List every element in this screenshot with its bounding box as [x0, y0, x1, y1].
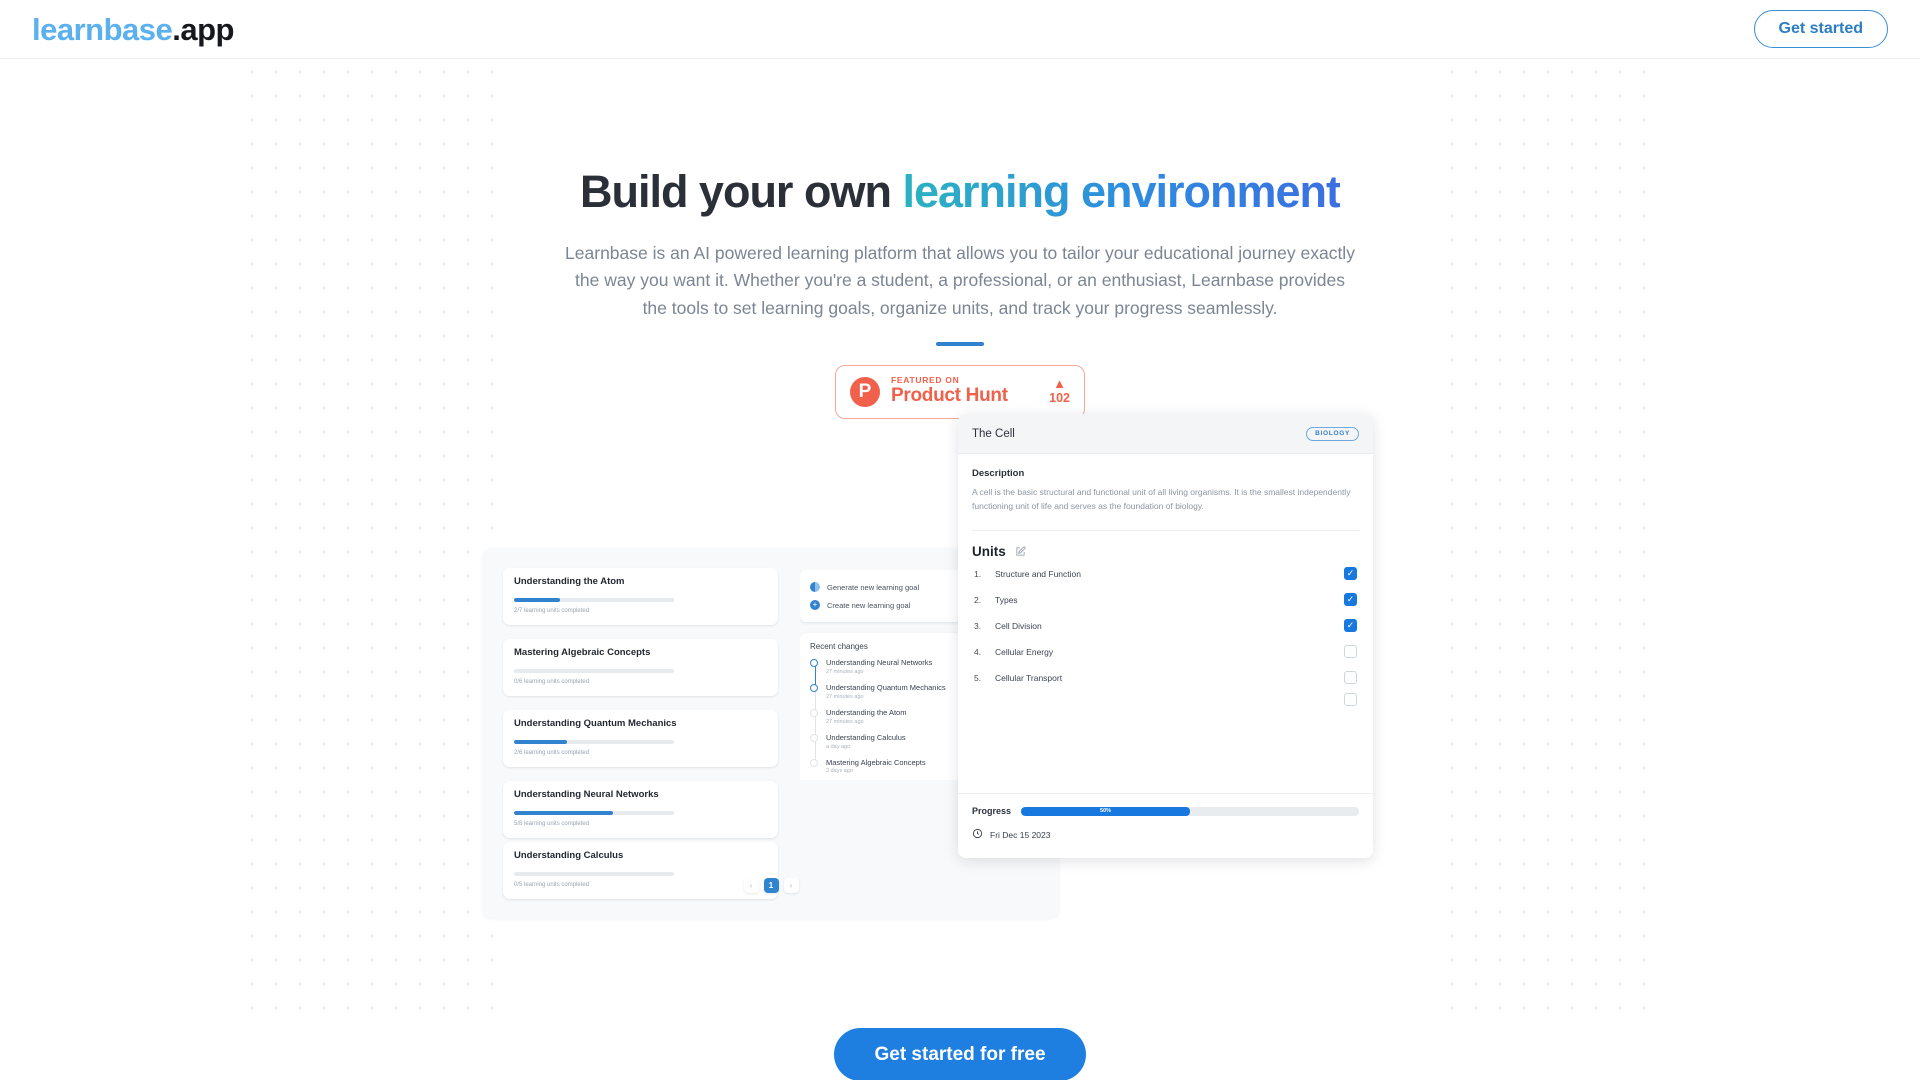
pagination: ‹ 1 › [483, 878, 1059, 893]
description-text: A cell is the basic structural and funct… [972, 487, 1351, 511]
progress-track: 50% [1021, 806, 1359, 816]
detail-panel-body: Description A cell is the basic structur… [958, 454, 1373, 531]
unit-row[interactable]: 4. Cellular Energy [958, 639, 1373, 665]
logo-tld: .app [172, 11, 234, 47]
pagination-page-1[interactable]: 1 [763, 878, 779, 893]
goal-title: Understanding Calculus [514, 850, 624, 861]
unit-checkbox[interactable] [1344, 671, 1357, 685]
get-started-button[interactable]: Get started [1753, 10, 1888, 48]
timeline-dot-icon [810, 708, 818, 717]
units-label: Units [972, 543, 1006, 559]
goal-progress-track [514, 598, 674, 602]
unit-checkbox[interactable]: ✓ [1344, 619, 1357, 633]
goal-progress-fill [514, 740, 567, 744]
unit-row-partial[interactable] [958, 691, 1373, 713]
timeline-dot-icon [810, 659, 818, 667]
goal-title: Understanding Neural Networks [514, 789, 659, 800]
unit-detail-panel: The Cell BIOLOGY Description A cell is t… [958, 414, 1373, 858]
unit-number: 4. [974, 646, 982, 657]
unit-name: Structure and Function [995, 568, 1081, 579]
unit-checkbox[interactable] [1344, 645, 1357, 659]
goal-card[interactable]: Understanding the Atom 2/7 learning unit… [503, 568, 778, 625]
unit-name: Cell Division [995, 620, 1042, 631]
generate-goal-label: Generate new learning goal [827, 582, 920, 592]
unit-row[interactable]: 5. Cellular Transport [958, 665, 1373, 691]
detail-title: The Cell [972, 427, 1015, 440]
edit-icon[interactable] [1015, 545, 1026, 557]
goal-title: Mastering Algebraic Concepts [514, 647, 651, 658]
detail-panel-footer: Progress 50% Fri Dec 15 2023 [958, 793, 1373, 858]
footer-cta-wrap: Get started for free [0, 1028, 1920, 1080]
unit-number: 1. [974, 568, 982, 579]
unit-name: Cellular Transport [995, 672, 1063, 683]
landing-page: learnbase.app Get started Build your own… [0, 0, 1920, 1080]
goal-progress-track [514, 669, 674, 673]
progress-row: Progress 50% [972, 806, 1359, 816]
sparkle-icon [810, 582, 820, 592]
create-goal-label: Create new learning goal [827, 600, 911, 610]
unit-number: 2. [974, 594, 982, 605]
detail-panel-header: The Cell BIOLOGY [958, 414, 1373, 454]
timeline-dot-icon [810, 758, 818, 767]
goal-progress-track [514, 811, 674, 815]
goal-card[interactable]: Understanding Neural Networks 5/8 learni… [503, 781, 778, 838]
goal-title: Understanding Quantum Mechanics [514, 718, 677, 729]
progress-fill: 50% [1021, 806, 1191, 816]
goal-card[interactable]: Mastering Algebraic Concepts 0/6 learnin… [503, 639, 778, 696]
logo[interactable]: learnbase.app [32, 14, 234, 45]
description-label: Description [972, 468, 1025, 479]
timeline-dot-icon [810, 683, 818, 692]
unit-checkbox[interactable]: ✓ [1344, 567, 1357, 581]
date-row: Fri Dec 15 2023 [972, 826, 1359, 844]
unit-name: Cellular Energy [995, 646, 1054, 657]
goal-progress-track [514, 872, 674, 876]
unit-row[interactable]: 3. Cell Division ✓ [958, 613, 1373, 639]
units-header: Units [958, 531, 1373, 561]
date-text: Fri Dec 15 2023 [990, 830, 1051, 840]
app-mockup: Understanding the Atom 2/7 learning unit… [0, 0, 1920, 1080]
unit-row[interactable]: 1. Structure and Function ✓ [958, 561, 1373, 587]
progress-percent: 50% [1100, 808, 1112, 814]
goal-subtext: 0/6 learning units completed [514, 678, 590, 685]
pagination-prev[interactable]: ‹ [743, 878, 759, 893]
unit-number: 5. [974, 672, 982, 683]
clock-icon [972, 826, 983, 844]
goal-subtext: 5/8 learning units completed [514, 820, 590, 827]
progress-label: Progress [972, 806, 1012, 816]
goal-card[interactable]: Understanding Quantum Mechanics 2/6 lear… [503, 710, 778, 767]
logo-brand: learnbase [32, 11, 173, 47]
unit-row[interactable]: 2. Types ✓ [958, 587, 1373, 613]
goal-title: Understanding the Atom [514, 576, 625, 587]
get-started-free-button[interactable]: Get started for free [834, 1028, 1086, 1080]
unit-checkbox[interactable]: ✓ [1344, 593, 1357, 607]
plus-icon: + [810, 600, 820, 610]
goal-progress-fill [514, 598, 561, 602]
goal-subtext: 2/6 learning units completed [514, 749, 590, 756]
goal-subtext: 2/7 learning units completed [514, 607, 590, 614]
unit-name: Types [995, 594, 1018, 605]
site-header: learnbase.app Get started [0, 0, 1920, 59]
goal-progress-fill [514, 811, 614, 815]
goal-progress-track [514, 740, 674, 744]
unit-number: 3. [974, 620, 982, 631]
timeline-dot-icon [810, 733, 818, 742]
unit-checkbox[interactable] [1344, 692, 1357, 706]
subject-badge: BIOLOGY [1306, 426, 1359, 441]
pagination-next[interactable]: › [783, 878, 799, 893]
